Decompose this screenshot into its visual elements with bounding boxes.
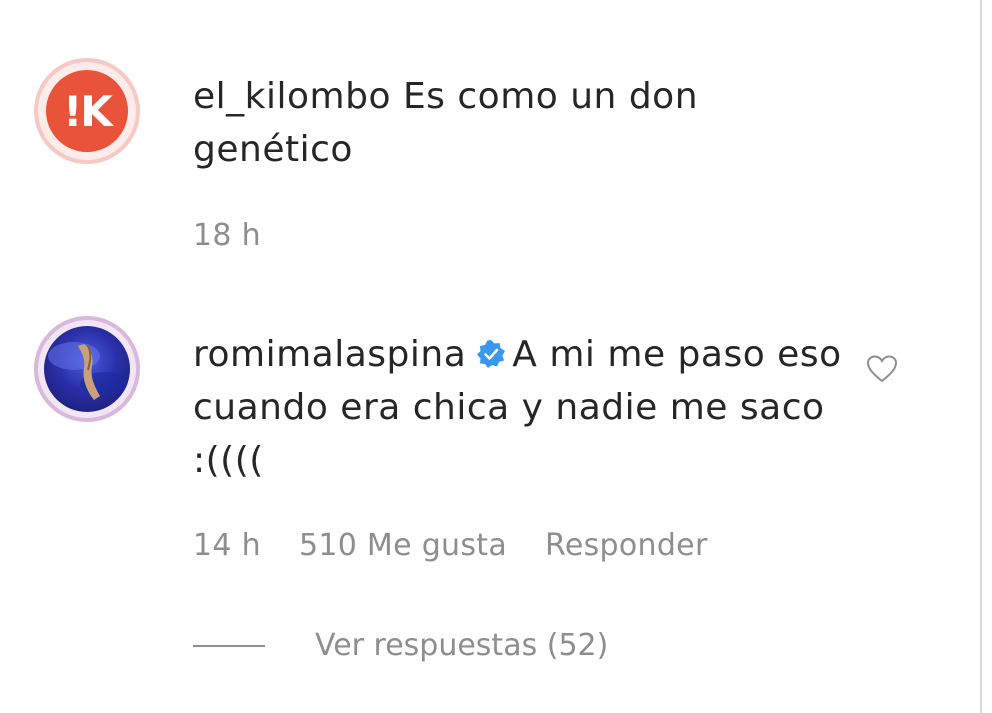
comments-panel: !K el_kilombo Es como un don genético 18… <box>0 0 992 713</box>
comment-time[interactable]: 18 h <box>193 218 261 253</box>
comment-time[interactable]: 14 h <box>193 528 261 563</box>
avatar-image-icon <box>48 342 128 400</box>
avatar-photo <box>44 326 130 412</box>
view-replies-button[interactable]: Ver respuestas (52) <box>193 628 608 663</box>
comment-likes[interactable]: 510 Me gusta <box>299 528 507 563</box>
replies-divider <box>193 644 265 647</box>
comment-meta: 14 h 510 Me gusta Responder <box>193 528 746 563</box>
like-heart-icon[interactable] <box>866 354 898 384</box>
comment-body: romimalaspina A mi me paso eso cuando er… <box>193 328 843 487</box>
avatar-logo: !K <box>46 70 128 152</box>
view-replies-label: Ver respuestas (52) <box>315 628 609 663</box>
verified-badge-icon <box>477 340 506 368</box>
comment-username[interactable]: el_kilombo <box>193 76 391 117</box>
comment-body: el_kilombo Es como un don genético <box>193 70 773 176</box>
panel-divider <box>980 0 982 713</box>
reply-button[interactable]: Responder <box>545 528 708 563</box>
comment-meta: 18 h <box>193 218 299 253</box>
comment-username[interactable]: romimalaspina <box>193 334 466 375</box>
avatar[interactable]: !K <box>34 58 140 164</box>
avatar[interactable] <box>34 316 140 422</box>
